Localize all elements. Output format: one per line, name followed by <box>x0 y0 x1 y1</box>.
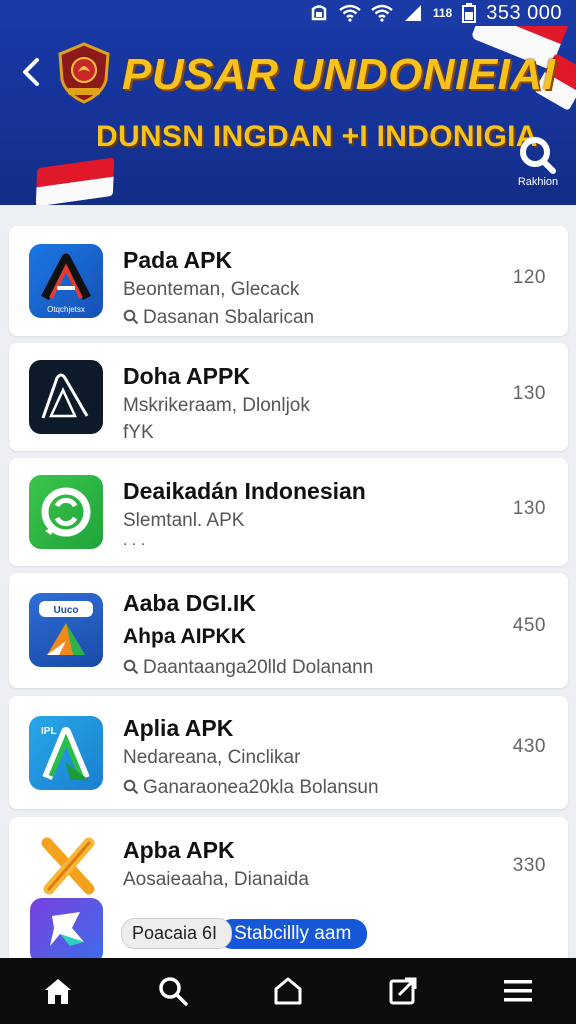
app-tags: Dasanan Sbalarican <box>123 307 314 329</box>
house-outline-icon <box>274 977 302 1005</box>
app-name: Aplia APK <box>123 715 234 741</box>
header-search-button[interactable]: Rakhion <box>508 136 568 188</box>
nav-search[interactable] <box>143 961 203 1021</box>
tag-chip-highlight[interactable]: Stabcillly aam <box>218 918 368 949</box>
notification-icon <box>311 5 327 21</box>
x-logo-icon <box>35 833 101 899</box>
share-box-icon <box>389 977 417 1005</box>
list-item[interactable]: Uuco Aaba DGI.IK Ahpa AIPKK Daantaanga20… <box>9 573 568 688</box>
app-name: Pada APK <box>123 247 233 273</box>
app-count: 120 <box>512 267 546 288</box>
wifi-icon <box>371 4 393 22</box>
tag-chip[interactable]: Poacaia 6I <box>121 918 233 949</box>
status-time: 353 000 <box>486 1 562 24</box>
battery-icon <box>462 3 477 23</box>
nav-menu[interactable] <box>488 961 548 1021</box>
bottom-navigation <box>0 958 576 1024</box>
app-description: Slemtanl. APK <box>123 510 245 531</box>
app-tags: Ganaraonea20kla Bolansun <box>123 777 379 799</box>
app-description: Ahpa AIPKK <box>123 625 246 648</box>
list-item[interactable]: Doha APPK Mskrikeraam, Dlonljok fYK 130 <box>9 343 568 451</box>
refresh-chat-icon <box>29 475 103 549</box>
app-description: Nedareana, Cinclikar <box>123 747 301 768</box>
nav-home[interactable] <box>28 961 88 1021</box>
icon-caption: Uuco <box>54 605 79 616</box>
app-name: Deaikadán Indonesian <box>123 478 366 504</box>
list-item[interactable]: Otqchjetsx Pada APK Beonteman, Glecack D… <box>9 226 568 336</box>
app-description: Mskrikeraam, Dlonljok <box>123 395 310 416</box>
menu-icon <box>504 980 533 1002</box>
a-green-logo-icon: IPL <box>29 716 103 790</box>
tag-row: Poacaia 6I Stabcillly aam <box>121 918 368 949</box>
page-title: PUSAR UNDONIEIAI <box>122 50 556 99</box>
app-name: Doha APPK <box>123 363 250 389</box>
app-count: 450 <box>512 615 546 636</box>
list-item[interactable]: Deaikadán Indonesian Slemtanl. APK . . .… <box>9 458 568 566</box>
app-header: PUSAR UNDONIEIAI DUNSN INGDAN +I INDONIG… <box>0 0 576 205</box>
app-name: Apba APK <box>123 837 235 863</box>
app-tags: . . . <box>123 532 146 549</box>
app-count: 130 <box>512 383 546 404</box>
app-tags: fYK <box>123 422 154 443</box>
app-count: 430 <box>512 736 546 757</box>
nav-home-outline[interactable] <box>258 961 318 1021</box>
a-outline-logo-icon <box>29 360 103 434</box>
search-icon <box>123 659 139 675</box>
home-icon <box>44 979 71 1004</box>
icon-caption: Otqchjetsx <box>47 305 85 314</box>
search-icon <box>123 779 139 795</box>
indonesia-flag-decoration <box>35 157 115 205</box>
a-logo-icon: Otqchjetsx <box>29 244 103 318</box>
app-tags: Daantaanga20lld Dolanann <box>123 657 373 679</box>
app-tags-text: Ganaraonea20kla Bolansun <box>143 777 379 798</box>
app-description: Beonteman, Glecack <box>123 279 300 300</box>
search-icon <box>159 977 188 1006</box>
list-item[interactable]: IPL Aplia APK Nedareana, Cinclikar Ganar… <box>9 696 568 809</box>
emblem-logo <box>58 42 110 104</box>
page-subtitle: DUNSN INGDAN +I INDONIGIA <box>96 120 538 153</box>
back-button[interactable] <box>14 52 48 92</box>
app-tags-text: Daantaanga20lld Dolanann <box>143 657 374 678</box>
search-icon <box>520 137 556 174</box>
header-search-label: Rakhion <box>517 176 559 188</box>
signal-icon <box>404 5 421 21</box>
icon-caption: IPL <box>41 726 57 737</box>
triangle-app-icon: Uuco <box>29 593 103 667</box>
app-count: 130 <box>512 498 546 519</box>
app-count: 330 <box>512 855 546 876</box>
status-bar: 118 353 000 <box>0 0 576 26</box>
wifi-icon <box>339 4 361 22</box>
app-tags-text: Dasanan Sbalarican <box>143 307 315 328</box>
chevron-left-icon <box>23 58 39 86</box>
network-label: 118 <box>432 6 453 20</box>
nav-share[interactable] <box>373 961 433 1021</box>
pin-app-icon[interactable] <box>30 898 103 964</box>
app-name: Aaba DGI.IK <box>123 590 256 616</box>
app-description: Aosaieaaha, Dianaida <box>123 869 309 890</box>
search-icon <box>123 309 139 325</box>
